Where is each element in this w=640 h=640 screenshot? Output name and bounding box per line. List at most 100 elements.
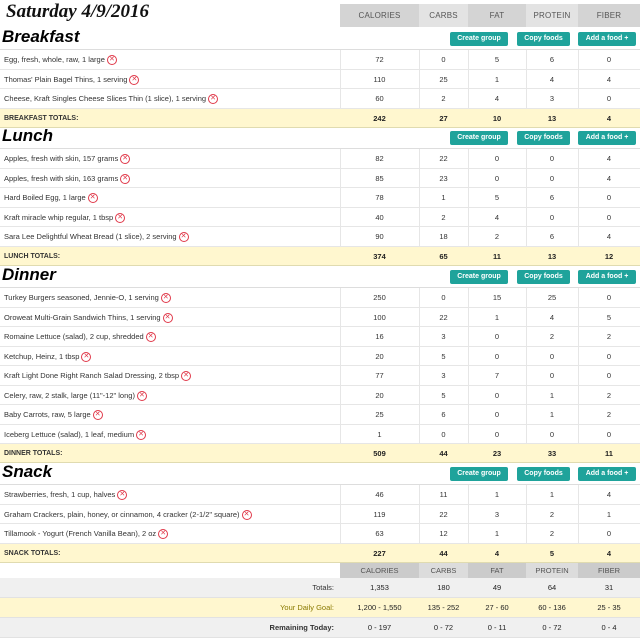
lunch-create-group-button[interactable]: Create group <box>450 131 508 145</box>
food-name-text[interactable]: Romaine Lettuce (salad), 2 cup, shredded <box>4 332 144 341</box>
summary-header: CALORIES CARBS FAT PROTEIN FIBER <box>0 563 640 578</box>
summary-goal-calories: 1,200 - 1,550 <box>357 603 402 612</box>
food-name: Romaine Lettuce (salad), 2 cup, shredded… <box>4 327 156 346</box>
dinner-totals-carbs: 44 <box>439 449 448 458</box>
food-fat: 5 <box>494 55 500 64</box>
food-diary: Saturday 4/9/2016 CALORIES CARBS FAT PRO… <box>0 0 640 640</box>
food-name: Apples, fresh with skin, 157 grams ✕ <box>4 149 131 168</box>
dinner-title: Dinner <box>2 265 56 284</box>
food-row: Tillamook - Yogurt (French Vanilla Bean)… <box>0 524 640 544</box>
food-carbs: 22 <box>439 154 448 163</box>
food-name-text[interactable]: Thomas' Plain Bagel Thins, 1 serving <box>4 75 127 84</box>
lunch-totals-protein: 13 <box>547 251 557 261</box>
food-carbs: 12 <box>439 529 448 538</box>
food-name: Oroweat Multi-Grain Sandwich Thins, 1 se… <box>4 308 173 327</box>
food-name-text[interactable]: Turkey Burgers seasoned, Jennie-O, 1 ser… <box>4 293 159 302</box>
food-name-text[interactable]: Iceberg Lettuce (salad), 1 leaf, medium <box>4 430 134 439</box>
remove-food-icon[interactable]: ✕ <box>136 429 147 440</box>
food-calories: 16 <box>375 332 384 341</box>
dinner-copy-foods-button[interactable]: Copy foods <box>517 270 570 284</box>
remove-food-icon[interactable]: ✕ <box>129 74 140 85</box>
snack-create-group-button[interactable]: Create group <box>450 467 508 481</box>
food-fiber: 4 <box>606 232 612 241</box>
food-name-text[interactable]: Baby Carrots, raw, 5 large <box>4 410 91 419</box>
food-calories: 78 <box>375 193 384 202</box>
food-name-text[interactable]: Cheese, Kraft Singles Cheese Slices Thin… <box>4 94 206 103</box>
dinner-add-food-button[interactable]: Add a food + <box>578 270 636 284</box>
snack-add-food-button[interactable]: Add a food + <box>578 467 636 481</box>
breakfast-create-group-button[interactable]: Create group <box>450 32 508 46</box>
dinner-section: Dinner Create group Copy foods Add a food +… <box>0 265 640 463</box>
breakfast-totals-label: BREAKFAST TOTALS: <box>4 114 79 122</box>
food-carbs: 5 <box>441 351 446 361</box>
breakfast-add-food-button[interactable]: Add a food + <box>578 32 636 46</box>
food-name-text[interactable]: Oroweat Multi-Grain Sandwich Thins, 1 se… <box>4 313 161 322</box>
remove-food-icon[interactable]: ✕ <box>92 410 103 421</box>
snack-copy-foods-button[interactable]: Copy foods <box>517 467 570 481</box>
lunch-totals-carbs: 65 <box>439 251 448 261</box>
lunch-add-food-button[interactable]: Add a food + <box>578 131 636 145</box>
col-header-carbs: CARBS <box>419 4 468 27</box>
food-protein: 3 <box>549 94 555 103</box>
food-name-text[interactable]: Graham Crackers, plain, honey, or cinnam… <box>4 510 240 519</box>
food-carbs: 25 <box>439 74 448 84</box>
food-carbs: 22 <box>439 312 448 322</box>
food-calories: 85 <box>375 173 384 183</box>
remove-food-icon[interactable]: ✕ <box>81 351 92 362</box>
remove-food-icon[interactable]: ✕ <box>115 212 126 223</box>
food-name-text[interactable]: Ketchup, Heinz, 1 tbsp <box>4 352 79 361</box>
remove-food-icon[interactable]: ✕ <box>117 490 128 501</box>
food-name-text[interactable]: Hard Boiled Egg, 1 large <box>4 193 86 202</box>
dinner-totals-row: DINNER TOTALS: 509 44 23 33 11 <box>0 444 640 463</box>
remove-food-icon[interactable]: ✕ <box>120 173 131 184</box>
food-row: Sara Lee Delightful Wheat Bread (1 slice… <box>0 227 640 247</box>
col-header-calories: CALORIES <box>340 4 419 27</box>
food-name-text[interactable]: Strawberries, fresh, 1 cup, halves <box>4 490 115 499</box>
food-name: Celery, raw, 2 stalk, large (11"-12" lon… <box>4 386 147 405</box>
food-calories: 72 <box>375 55 384 64</box>
food-name-text[interactable]: Celery, raw, 2 stalk, large (11"-12" lon… <box>4 391 135 400</box>
food-name: Baby Carrots, raw, 5 large ✕ <box>4 405 103 424</box>
remove-food-icon[interactable]: ✕ <box>241 509 252 520</box>
food-calories: 119 <box>373 509 386 519</box>
remove-food-icon[interactable]: ✕ <box>106 55 117 66</box>
food-name-text[interactable]: Apples, fresh with skin, 163 grams <box>4 174 118 183</box>
food-row: Egg, fresh, whole, raw, 1 large ✕ 72 0 5 6 0 <box>0 50 640 70</box>
food-name-text[interactable]: Kraft miracle whip regular, 1 tbsp <box>4 213 113 222</box>
summary-remaining-carbs: 0 - 72 <box>433 623 454 632</box>
food-row: Thomas' Plain Bagel Thins, 1 serving ✕ 110… <box>0 69 640 89</box>
remove-food-icon[interactable]: ✕ <box>145 332 156 343</box>
food-name-text[interactable]: Apples, fresh with skin, 157 grams <box>4 154 118 163</box>
remove-food-icon[interactable]: ✕ <box>160 293 171 304</box>
snack-totals-label: SNACK TOTALS: <box>4 549 61 557</box>
remove-food-icon[interactable]: ✕ <box>120 154 131 165</box>
food-name: Turkey Burgers seasoned, Jennie-O, 1 ser… <box>4 288 171 307</box>
lunch-totals-fat: 11 <box>493 251 501 261</box>
remove-food-icon[interactable]: ✕ <box>158 529 169 540</box>
food-fat: 0 <box>494 173 500 183</box>
food-protein: 6 <box>549 55 555 64</box>
food-name-text[interactable]: Tillamook - Yogurt (French Vanilla Bean)… <box>4 529 156 538</box>
breakfast-totals-protein: 13 <box>547 113 557 123</box>
remove-food-icon[interactable]: ✕ <box>136 390 147 401</box>
summary-goal-row: Your Daily Goal: 1,200 - 1,550 135 - 252… <box>0 598 640 618</box>
summary-remaining-fat: 0 - 11 <box>487 623 507 632</box>
food-carbs: 2 <box>441 94 446 103</box>
summary-goal-fiber: 25 - 35 <box>597 603 621 612</box>
dinner-create-group-button[interactable]: Create group <box>450 270 508 284</box>
remove-food-icon[interactable]: ✕ <box>162 312 173 323</box>
col-header-fiber: FIBER <box>578 4 640 27</box>
food-name-text[interactable]: Egg, fresh, whole, raw, 1 large <box>4 55 105 64</box>
breakfast-title: Breakfast <box>2 27 80 46</box>
food-protein: 1 <box>549 390 555 400</box>
lunch-copy-foods-button[interactable]: Copy foods <box>517 131 570 145</box>
remove-food-icon[interactable]: ✕ <box>87 193 98 204</box>
food-calories: 82 <box>375 154 384 163</box>
remove-food-icon[interactable]: ✕ <box>208 94 219 105</box>
food-name-text[interactable]: Kraft Light Done Right Ranch Salad Dress… <box>4 371 179 380</box>
breakfast-copy-foods-button[interactable]: Copy foods <box>517 32 570 46</box>
remove-food-icon[interactable]: ✕ <box>178 232 189 243</box>
remove-food-icon[interactable]: ✕ <box>181 371 192 382</box>
food-fiber: 2 <box>606 332 612 341</box>
food-name-text[interactable]: Sara Lee Delightful Wheat Bread (1 slice… <box>4 232 177 241</box>
